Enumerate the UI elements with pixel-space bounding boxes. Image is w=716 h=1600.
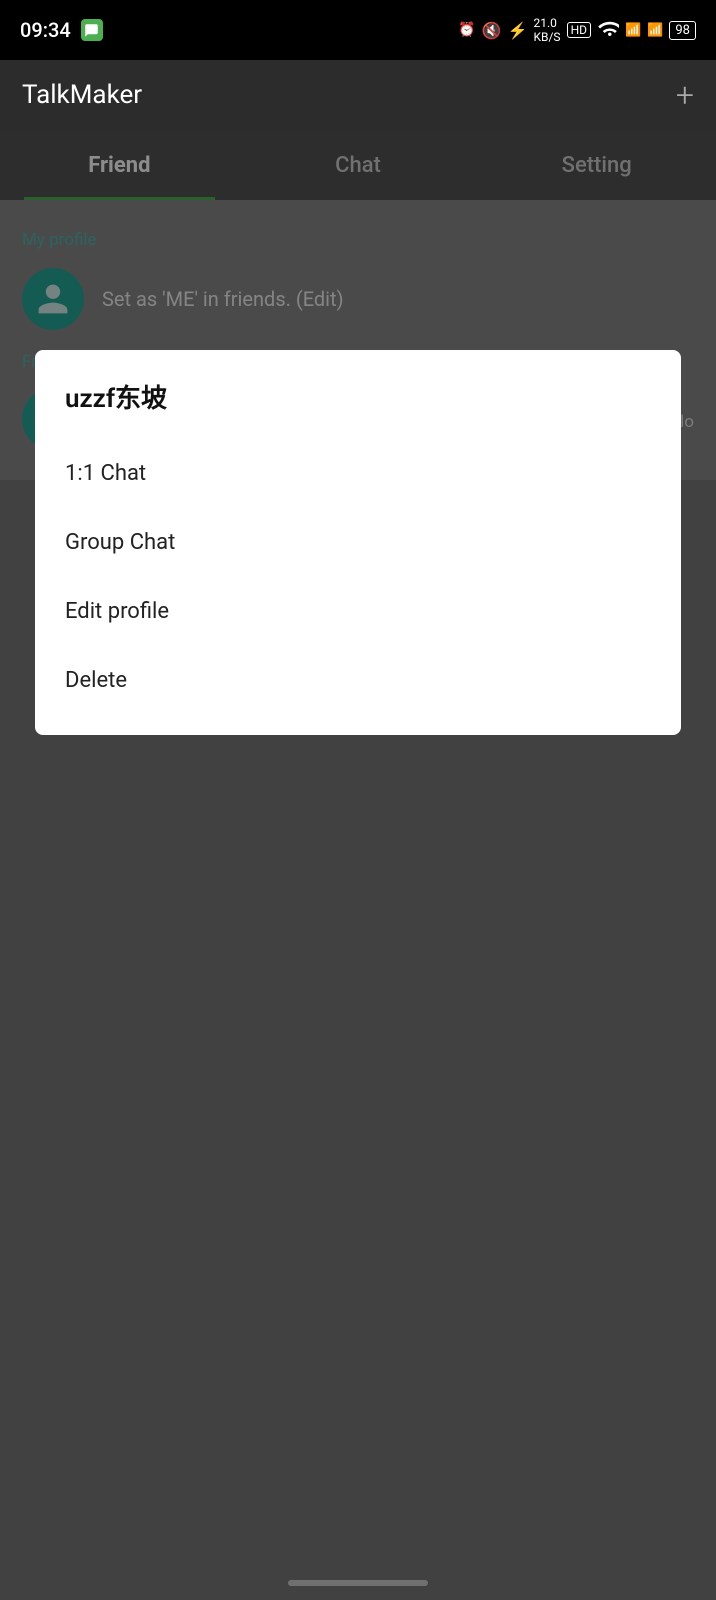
status-icons: ⏰ 🔇 ⚡ 21.0KB/S HD 📶 📶 98 (458, 16, 696, 44)
bluetooth-icon: ⚡ (508, 21, 528, 40)
menu-item-group-chat[interactable]: Group Chat (65, 508, 651, 577)
menu-item-delete[interactable]: Delete (65, 646, 651, 715)
wifi-icon (597, 20, 619, 40)
status-bar: 09:34 ⏰ 🔇 ⚡ 21.0KB/S HD 📶 📶 98 (0, 0, 716, 60)
context-menu-title: uzzf东坡 (65, 378, 651, 415)
context-menu: uzzf东坡 1:1 Chat Group Chat Edit profile … (35, 350, 681, 735)
battery-indicator: 98 (669, 21, 696, 40)
menu-item-edit-profile[interactable]: Edit profile (65, 577, 651, 646)
app-header: TalkMaker + (0, 60, 716, 130)
status-time: 09:34 (20, 18, 71, 42)
main-content: Friend Chat Setting My profile Set as 'M… (0, 130, 716, 1600)
app-title: TalkMaker (22, 80, 142, 110)
speed-indicator: 21.0KB/S (533, 16, 560, 44)
mute-icon: 🔇 (482, 21, 502, 40)
chat-notification-icon (81, 19, 103, 41)
menu-item-one-on-one-chat[interactable]: 1:1 Chat (65, 439, 651, 508)
signal-5g-icon: 📶 (647, 23, 663, 38)
add-button[interactable]: + (676, 79, 694, 111)
alarm-icon: ⏰ (458, 22, 475, 38)
hd-badge: HD (567, 22, 591, 38)
signal-4g-icon: 📶 (625, 23, 641, 38)
